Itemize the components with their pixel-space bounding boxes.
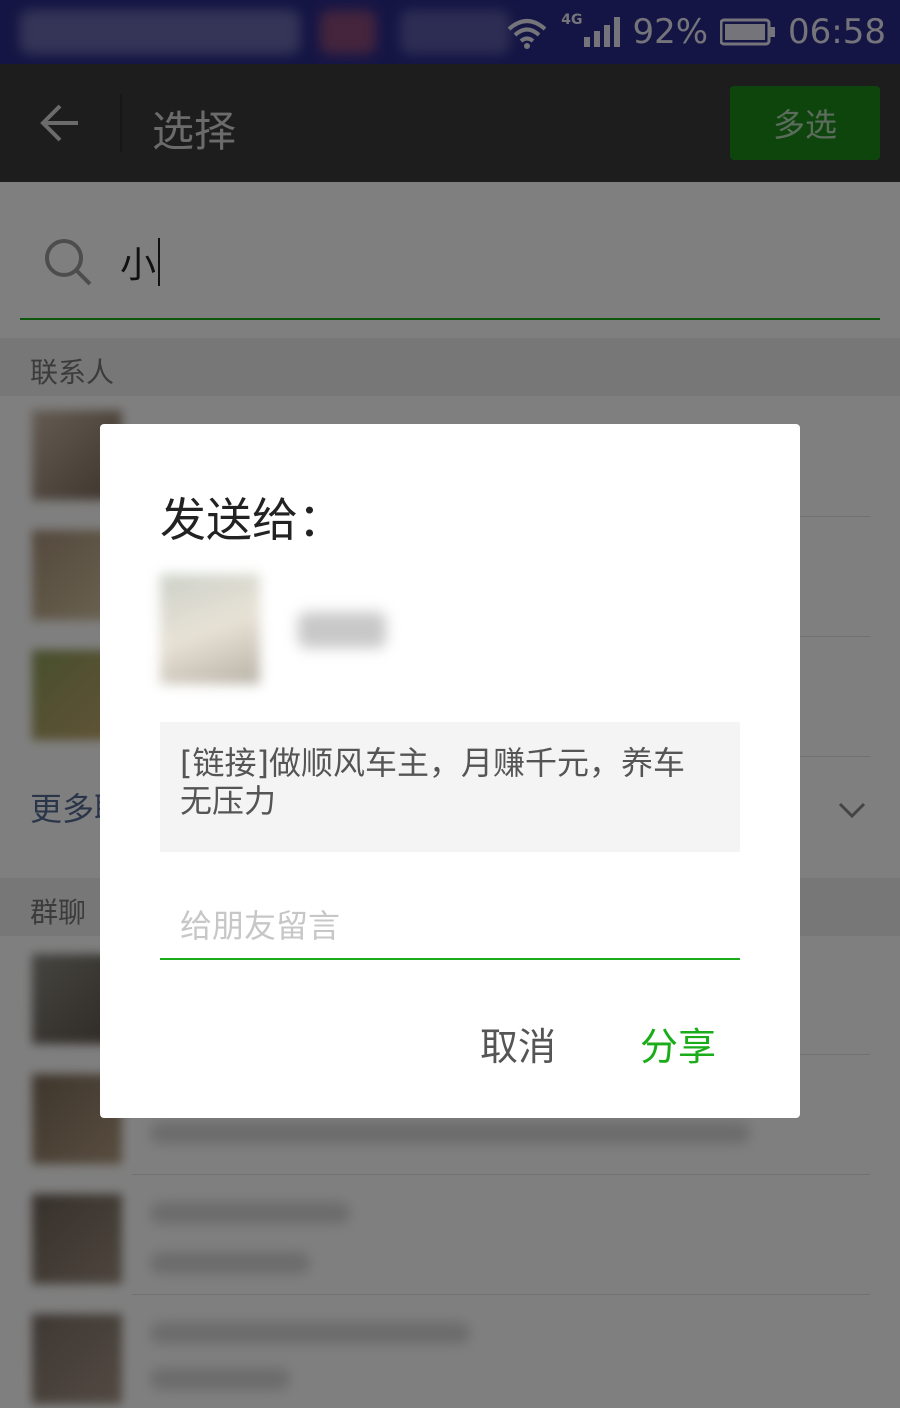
link-preview-text: [链接]做顺风车主，月赚千元，养车无压力 (180, 744, 685, 820)
share-button[interactable]: 分享 (640, 1016, 716, 1071)
cancel-button[interactable]: 取消 (480, 1016, 556, 1071)
recipient-name (298, 612, 386, 648)
message-input[interactable] (160, 894, 740, 960)
send-to-dialog: 发送给： [链接]做顺风车主，月赚千元，养车无压力 取消 分享 (100, 424, 800, 1118)
dialog-title: 发送给： (160, 493, 344, 547)
recipient-avatar (160, 574, 260, 684)
link-preview: [链接]做顺风车主，月赚千元，养车无压力 (160, 722, 740, 852)
